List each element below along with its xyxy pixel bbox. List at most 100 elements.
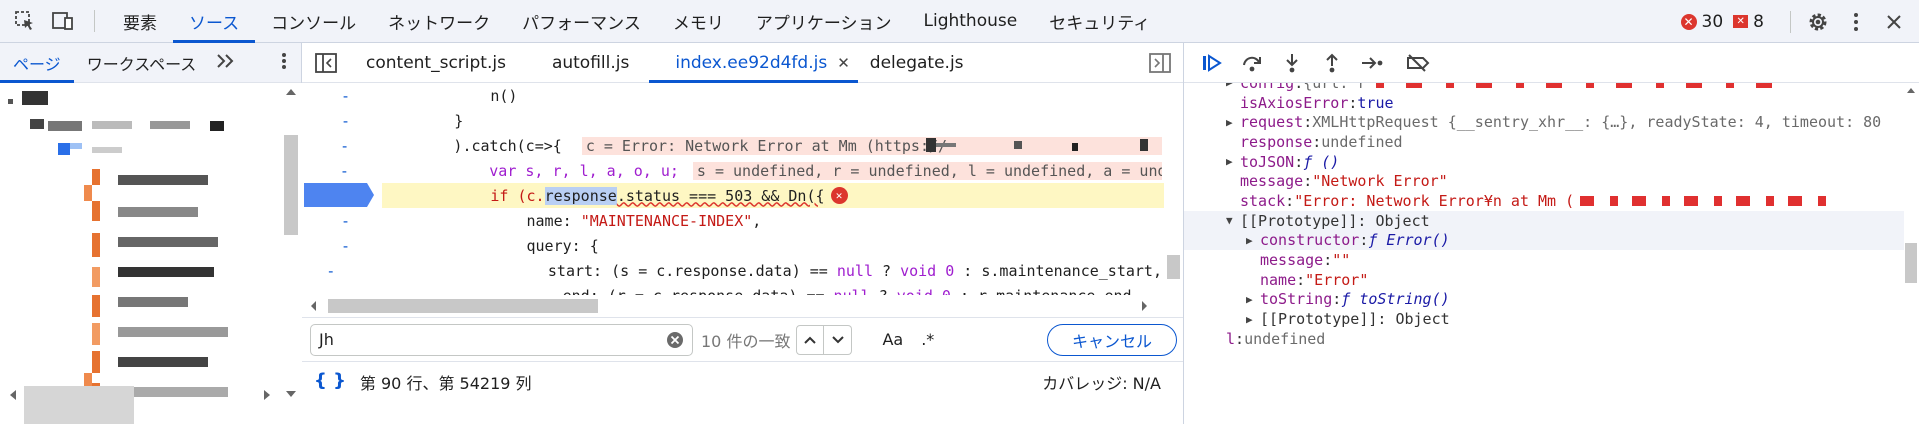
prop-name: name [1260,270,1297,289]
search-next-button[interactable] [824,324,853,355]
scope-row-config[interactable]: ▶ config: {url: r [1184,83,1904,93]
step-out-icon [1326,53,1338,72]
scope-row-name[interactable]: name: "Error" [1184,270,1904,290]
device-toolbar-icon[interactable] [46,4,80,38]
prop-name: toString [1260,290,1333,309]
inspect-element-icon[interactable] [8,4,42,38]
expand-triangle-icon[interactable]: ▶ [1246,313,1260,326]
scope-row-message2[interactable]: message: "" [1184,250,1904,270]
expand-triangle-icon[interactable]: ▶ [1226,83,1240,89]
toggle-navigator-icon[interactable] [306,52,346,73]
expand-triangle-icon[interactable]: ▶ [1246,293,1260,306]
line-gutter[interactable]: - [302,112,382,130]
chevron-down-icon [832,335,844,343]
tab-network[interactable]: ネットワーク [372,0,506,43]
line-gutter[interactable]: - [302,237,382,255]
scope-row-prototype2[interactable]: ▶ [[Prototype]]: Object [1184,309,1904,329]
search-match-count: 10 件の一致 [701,331,791,351]
expand-triangle-icon[interactable]: ▶ [1246,234,1260,247]
line-gutter[interactable]: - [302,287,382,296]
close-devtools-icon[interactable] [1877,5,1911,39]
scope-row-l[interactable]: l: undefined [1184,329,1904,349]
scope-row-request[interactable]: ▶ request: XMLHttpRequest {__sentry_xhr_… [1184,112,1904,132]
navigator-menu-icon[interactable] [281,52,287,74]
exception-error-icon[interactable]: ✕ [830,187,848,204]
step-into-button[interactable] [1272,45,1312,81]
search-previous-button[interactable] [796,324,825,355]
pretty-print-icon[interactable]: { } [314,370,346,391]
scope-row-toString[interactable]: ▶ toString: ƒ toString() [1184,290,1904,310]
coverage-status[interactable]: カバレッジ: N/A [1042,370,1161,394]
code-view[interactable]: - n() - } - ).catch(c=>{ c = Error: Netw… [302,83,1183,295]
prop-name: config [1240,83,1294,92]
search-input[interactable]: Jh [310,323,693,356]
redacted-block [22,91,48,105]
tab-page[interactable]: ページ [0,43,74,83]
clear-search-icon[interactable] [666,331,684,353]
redacted-block [70,143,82,149]
error-counter[interactable]: ✕ 30 [1680,11,1724,32]
close-tab-icon[interactable]: ✕ [837,54,850,72]
scope-row-prototype[interactable]: ▼ [[Prototype]]: Object [1184,210,1904,231]
more-options-icon[interactable] [1839,5,1873,39]
redacted-block [58,143,70,155]
collapse-triangle-icon[interactable]: ▼ [1226,214,1240,227]
line-gutter[interactable]: - [302,137,381,155]
file-tab-index[interactable]: index.ee92d4fd.js ✕ [649,43,858,83]
match-case-toggle[interactable]: Aa [882,330,903,349]
scope-row-stack[interactable]: stack: "Error: Network Error¥n at Mm ( [1184,191,1904,211]
settings-gear-icon[interactable] [1801,5,1835,39]
step-button[interactable] [1352,45,1392,81]
file-tab-delegate[interactable]: delegate.js [858,43,984,83]
tab-sources[interactable]: ソース [173,0,256,43]
step-over-icon [1243,56,1261,71]
tab-performance[interactable]: パフォーマンス [506,0,657,43]
file-tab-autofill[interactable]: autofill.js [526,43,649,83]
tree-expander-icon[interactable] [8,99,13,104]
line-gutter[interactable]: - [302,87,382,105]
editor-horizontal-scrollbar[interactable] [302,295,1164,317]
scope-tree[interactable]: ▶ config: {url: r isAxiosError: true ▶ r… [1184,83,1904,424]
tab-application[interactable]: アプリケーション [740,0,908,43]
line-gutter[interactable]: - [302,162,381,180]
tab-lighthouse[interactable]: Lighthouse [908,0,1034,43]
prop-value: ƒ () [1303,152,1340,171]
expand-triangle-icon[interactable]: ▶ [1226,116,1240,129]
toggle-debugger-icon[interactable] [1149,53,1171,77]
scope-row-constructor[interactable]: ▶ constructor: ƒ Error() [1184,230,1904,251]
editor-vertical-scrollbar[interactable] [1164,83,1183,317]
redacted-block [118,237,218,247]
scope-vertical-scrollbar[interactable] [1903,83,1919,424]
scope-row-isAxiosError[interactable]: isAxiosError: true [1184,93,1904,113]
navigator-horizontal-scrollbar[interactable] [10,386,270,424]
file-tab-content-script[interactable]: content_script.js [346,43,526,83]
redacted-block [118,327,228,337]
error-count: 30 [1701,11,1724,32]
breakpoint-marker[interactable] [304,183,374,207]
scope-row-message[interactable]: message: "Network Error" [1184,171,1904,191]
issue-counter[interactable]: ✕ 8 [1733,12,1764,32]
scope-row-response[interactable]: response: undefined [1184,132,1904,152]
tab-security[interactable]: セキュリティ [1033,0,1166,43]
file-tree-redacted[interactable] [0,83,280,424]
tree-orange-indicator [92,295,100,317]
tab-elements[interactable]: 要素 [107,0,173,43]
tab-memory[interactable]: メモリ [657,0,740,43]
line-gutter[interactable]: - [302,212,382,230]
navigator-vertical-scrollbar[interactable] [280,83,302,424]
scope-row-toJSON[interactable]: ▶ toJSON: ƒ () [1184,152,1904,172]
prop-value: "Error: Network Error¥n at Mm ( [1294,191,1575,210]
source-editor-panel: content_script.js autofill.js index.ee92… [302,43,1183,424]
deactivate-breakpoints-button[interactable] [1398,45,1438,81]
redacted-block [118,297,188,307]
tab-workspace[interactable]: ワークスペース [74,43,210,83]
resume-button[interactable] [1192,45,1232,81]
search-cancel-button[interactable]: キャンセル [1047,324,1177,356]
tab-console[interactable]: コンソール [255,0,372,43]
line-gutter[interactable]: - [302,262,367,280]
step-out-button[interactable] [1312,45,1352,81]
step-over-button[interactable] [1232,45,1272,81]
expand-triangle-icon[interactable]: ▶ [1226,155,1240,168]
regex-toggle[interactable]: .* [921,330,934,349]
more-tabs-icon[interactable] [215,53,239,73]
